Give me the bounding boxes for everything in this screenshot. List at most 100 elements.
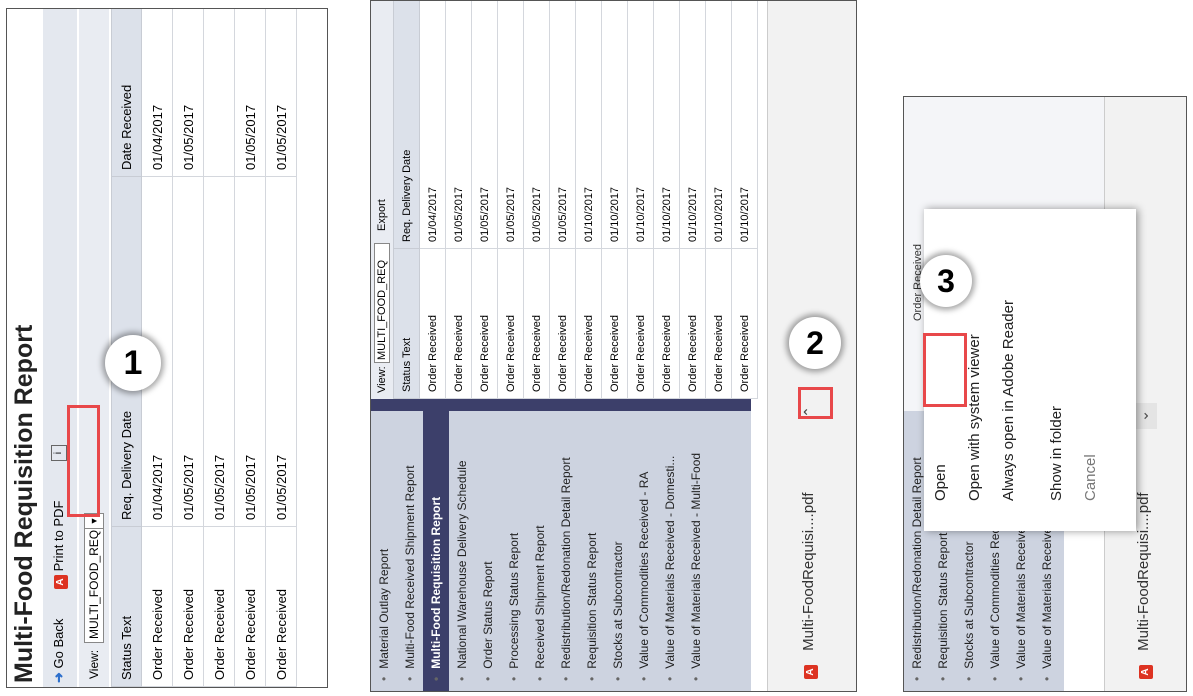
table-cell: Order Received [471,248,498,399]
table-cell: 01/05/2017 [471,1,498,249]
page-title: Multi-Food Requisition Report [10,324,38,683]
nav-item-label: Requisition Status Report [585,532,599,669]
print-to-pdf-label: Print to PDF [51,500,66,572]
table-cell: 01/10/2017 [731,1,758,249]
nav-item[interactable]: • Material Outlay Report [371,411,397,691]
column-header[interactable]: Date Received [111,9,142,177]
column-header[interactable]: Status Text [393,248,420,399]
table-cell: Order Received [265,526,297,687]
bullet-icon: • [962,676,976,681]
table-row[interactable]: Order Received 01/05/2017 [497,1,524,399]
table-row[interactable]: Order Received 01/10/2017 [601,1,628,399]
view-select-value: MULTI_FOOD_REQ [87,529,101,639]
table-row[interactable]: Order Received 01/10/2017 [679,1,706,399]
bullet-icon: • [1014,676,1028,681]
nav-item[interactable]: • Redistribution/Redonation Detail Report [553,411,579,691]
nav-item-label: Order Status Report [481,561,495,669]
bullet-icon: • [910,676,924,681]
nav-item[interactable]: • Value of Commodities Received - RA [631,411,657,691]
info-icon[interactable]: i [51,445,67,461]
table-cell: Order Received [141,526,173,687]
export-button[interactable]: Export [376,199,388,231]
nav-item[interactable]: • Stocks at Subcontractor [605,411,631,691]
table-row[interactable]: Order Received 01/10/2017 [705,1,732,399]
table-row[interactable]: Order Received 01/10/2017 [627,1,654,399]
bullet-icon: • [403,676,417,681]
table-cell: Order Received [203,526,235,687]
nav-item[interactable]: • Value of Materials Received - Domesti..… [657,411,683,691]
report-nav-list: • Material Outlay Report • Multi-Food Recei… [371,411,751,691]
nav-item-label: Material Outlay Report [377,548,391,669]
table-row[interactable]: Order Received 01/05/2017 01/05/2017 [234,9,266,687]
panel-download-bar: • Material Outlay Report • Multi-Food Recei… [370,0,857,692]
view-label: View: [376,366,388,393]
bullet-icon: • [1040,676,1054,681]
menu-item-show-in-folder[interactable]: Show in folder [1040,209,1074,531]
bullet-icon: • [988,676,1002,681]
nav-item[interactable]: • Multi-Food Requisition Report [423,411,449,691]
go-back-button[interactable]: ➜ Go Back [51,619,67,683]
view-select[interactable]: MULTI_FOOD_REQ [374,243,390,363]
bullet-icon: • [481,676,495,681]
table-row[interactable]: Order Received 01/05/2017 01/05/2017 [172,9,204,687]
table-cell: 01/04/2017 [419,1,446,249]
go-back-label: Go Back [51,618,66,669]
nav-item[interactable]: • National Warehouse Delivery Schedule [449,411,475,691]
panel-open-menu: • Redistribution/Redonation Detail Report… [903,96,1187,692]
nav-item-label: Value of Materials Received - Multi-Food [689,452,703,669]
bullet-icon: • [611,676,625,681]
table-row[interactable]: Order Received 01/10/2017 [653,1,680,399]
bullet-icon: • [507,676,521,681]
report-table: Status Text Req. Delivery Date Order Rec… [393,1,758,399]
table-row[interactable]: Order Received 01/10/2017 [575,1,602,399]
table-row[interactable]: Order Received 01/05/2017 [471,1,498,399]
view-select[interactable]: MULTI_FOOD_REQ ▼ [84,513,104,643]
table-cell: 01/05/2017 [234,9,266,177]
bullet-icon: • [559,676,573,681]
nav-item[interactable]: • Requisition Status Report [579,411,605,691]
nav-item-label: Value of Materials Received - Domesti... [663,455,677,669]
highlight-chevron [798,387,833,419]
nav-item[interactable]: • Processing Status Report [501,411,527,691]
nav-item-label: Stocks at Subcontractor [611,541,625,669]
table-row[interactable]: Order Received 01/05/2017 [445,1,472,399]
table-cell: Order Received [679,248,706,399]
table-cell: 01/10/2017 [705,1,732,249]
nav-item-label: Multi-Food Requisition Report [429,496,443,669]
nav-item[interactable]: • Value of Materials Received - Multi-Foo… [683,411,709,691]
bullet-icon: • [429,676,443,681]
toolbar: ➜ Go Back A Print to PDF i [43,9,77,687]
highlight-print-to-pdf [67,405,100,517]
nav-item-label: Redistribution/Redonation Detail Report [910,457,924,669]
nav-item[interactable]: • Received Shipment Report [527,411,553,691]
download-filename: Multi-FoodRequisi....pdf [1135,492,1152,651]
table-cell: Order Received [445,248,472,399]
nav-item-label: Requisition Status Report [936,532,950,669]
nav-item-label: Stocks at Subcontractor [962,541,976,669]
bullet-icon: • [689,676,703,681]
nav-item[interactable]: • Multi-Food Received Shipment Report [397,411,423,691]
menu-item-cancel[interactable]: Cancel [1074,209,1108,531]
table-row[interactable]: Order Received 01/05/2017 [549,1,576,399]
table-cell: Order Received [172,526,204,687]
table-cell: Order Received [575,248,602,399]
download-filename: Multi-FoodRequisi....pdf [800,492,817,651]
menu-item-always-open-in-adobe-reader[interactable]: Always open in Adobe Reader [992,209,1026,531]
table-row[interactable]: Order Received 01/05/2017 [523,1,550,399]
print-to-pdf-button[interactable]: A Print to PDF [51,501,68,589]
column-header[interactable]: Req. Delivery Date [393,1,420,249]
table-row[interactable]: Order Received 01/04/2017 [419,1,446,399]
download-item[interactable]: A Multi-FoodRequisi....pdf [1135,492,1153,679]
pdf-file-icon: A [804,665,818,679]
table-row[interactable]: Order Received 01/10/2017 [731,1,758,399]
table-row[interactable]: Order Received 01/05/2017 [203,9,235,687]
nav-item[interactable]: • Order Status Report [475,411,501,691]
table-row[interactable]: Order Received 01/05/2017 01/05/2017 [265,9,297,687]
download-item[interactable]: A Multi-FoodRequisi....pdf [800,492,818,679]
column-header[interactable]: Status Text [111,526,142,687]
table-cell: 01/05/2017 [497,1,524,249]
back-arrow-icon: ➜ [51,672,66,683]
nav-item-label: Processing Status Report [507,532,521,669]
step-badge: 2 [789,317,841,369]
nav-item-label: Received Shipment Report [533,525,547,669]
